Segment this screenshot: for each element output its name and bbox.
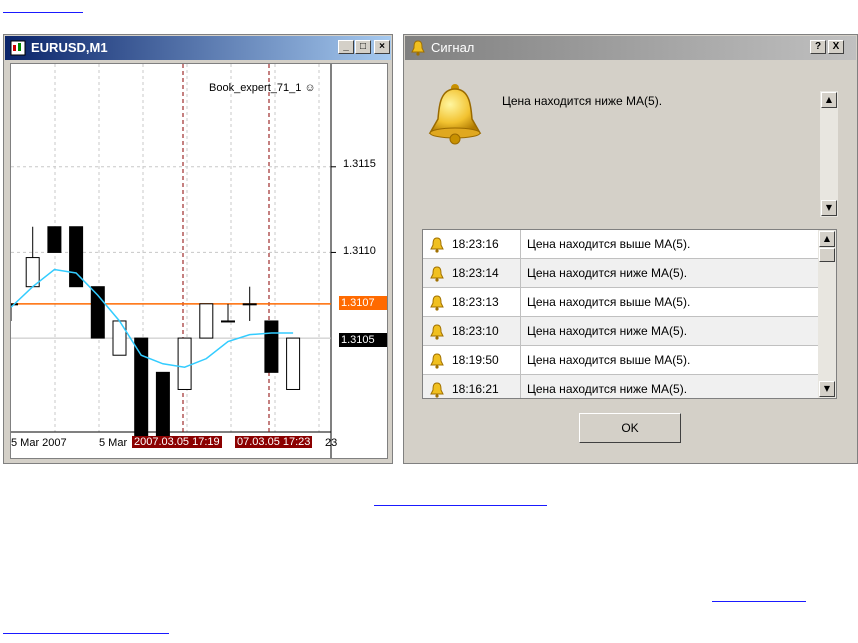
log-message: Цена находится ниже MA(5). <box>527 324 688 338</box>
candle-body <box>221 320 235 323</box>
log-time: 18:16:21 <box>452 382 499 396</box>
chart-window-title: EURUSD,M1 <box>31 40 108 55</box>
time-label-1: 5 Mar 2007 <box>11 437 67 449</box>
log-scrollbar[interactable]: ▲ ▼ <box>818 230 836 398</box>
chart-window-icon <box>10 40 26 56</box>
help-button[interactable]: ? <box>810 40 826 54</box>
bell-icon <box>411 40 425 56</box>
log-message: Цена находится выше MA(5). <box>527 353 691 367</box>
log-scroll-up-button[interactable]: ▲ <box>819 231 835 247</box>
log-scroll-down-button[interactable]: ▼ <box>819 381 835 397</box>
candle-body <box>242 303 257 306</box>
moving-average-line <box>11 268 294 368</box>
close-button[interactable]: × <box>374 40 390 54</box>
candle-body <box>264 320 279 373</box>
scroll-down-button[interactable]: ▼ <box>821 200 837 216</box>
log-time: 18:23:16 <box>452 237 499 251</box>
scroll-up-button[interactable]: ▲ <box>821 92 837 108</box>
signal-titlebar[interactable]: Сигнал ? X <box>405 36 856 60</box>
log-time: 18:23:14 <box>452 266 499 280</box>
candle-body <box>112 320 127 356</box>
candle-body <box>286 337 301 390</box>
column-divider <box>520 346 521 375</box>
candle-body <box>47 226 62 253</box>
log-row[interactable]: 18:23:16 Цена находится выше MA(5). <box>423 230 818 259</box>
column-divider <box>520 375 521 398</box>
link-underline-middle[interactable] <box>374 505 547 506</box>
column-divider <box>520 317 521 346</box>
log-row[interactable]: 18:19:50 Цена находится выше MA(5). <box>423 346 818 375</box>
alert-message: Цена находится ниже MA(5). <box>502 94 663 108</box>
signal-window-title: Сигнал <box>431 40 475 55</box>
log-scroll-thumb[interactable] <box>819 248 835 262</box>
large-bell-icon <box>428 84 482 145</box>
candle-body <box>155 371 170 442</box>
signal-window[interactable]: Сигнал ? X Цена находится ниже MA(5). ▲ … <box>403 34 858 464</box>
cursor-price-label: 1.3105 <box>339 333 387 347</box>
link-underline-bottom[interactable] <box>3 633 169 634</box>
bell-icon <box>430 237 444 257</box>
chart-titlebar[interactable]: EURUSD,M1 _ □ × <box>5 36 391 60</box>
link-underline-top[interactable] <box>3 12 83 13</box>
ok-button[interactable]: OK <box>579 413 681 443</box>
time-label-3: 23 <box>325 437 338 449</box>
chart-area[interactable]: Book_expert_71_1 ☺ 1.3115 1.3110 1.3107 … <box>10 63 388 459</box>
bid-price-label: 1.3107 <box>339 296 387 310</box>
log-row[interactable]: 18:23:10 Цена находится ниже MA(5). <box>423 317 818 346</box>
price-label-1: 1.3115 <box>343 158 376 170</box>
chart-window[interactable]: EURUSD,M1 _ □ × Book_expert_71_1 ☺ 1.311… <box>3 34 393 464</box>
log-message: Цена находится ниже MA(5). <box>527 382 688 396</box>
chart-svg <box>11 64 336 458</box>
close-button[interactable]: X <box>828 40 844 54</box>
maximize-button[interactable]: □ <box>355 40 371 54</box>
column-divider <box>520 259 521 288</box>
message-scrollbar[interactable]: ▲ ▼ <box>820 91 838 217</box>
link-underline-right[interactable] <box>712 601 806 602</box>
log-row[interactable]: 18:23:13 Цена находится выше MA(5). <box>423 288 818 317</box>
column-divider <box>520 288 521 317</box>
candle-body <box>134 337 149 442</box>
price-label-2: 1.3110 <box>343 245 376 257</box>
bell-icon <box>430 353 444 373</box>
log-message: Цена находится ниже MA(5). <box>527 266 688 280</box>
log-row[interactable]: 18:16:21 Цена находится ниже MA(5). <box>423 375 818 398</box>
bell-icon <box>430 324 444 344</box>
time-label-cursor-1: 2007.03.05 17:19 <box>132 436 222 448</box>
log-time: 18:23:13 <box>452 295 499 309</box>
time-label-2: 5 Mar <box>99 437 128 449</box>
candle-body <box>177 337 192 390</box>
minimize-button[interactable]: _ <box>338 40 354 54</box>
bell-icon <box>430 382 444 398</box>
expert-label: Book_expert_71_1 ☺ <box>209 82 316 94</box>
signal-log-list[interactable]: 18:23:16 Цена находится выше MA(5). 18:23:… <box>422 229 837 399</box>
log-row[interactable]: 18:23:14 Цена находится ниже MA(5). <box>423 259 818 288</box>
log-time: 18:23:10 <box>452 324 499 338</box>
log-message: Цена находится выше MA(5). <box>527 295 691 309</box>
bell-icon <box>430 266 444 286</box>
column-divider <box>520 230 521 259</box>
log-time: 18:19:50 <box>452 353 499 367</box>
candle-body <box>199 303 214 339</box>
bell-icon <box>430 295 444 315</box>
time-label-cursor-2: 07.03.05 17:23 <box>235 436 313 448</box>
log-message: Цена находится выше MA(5). <box>527 237 691 251</box>
